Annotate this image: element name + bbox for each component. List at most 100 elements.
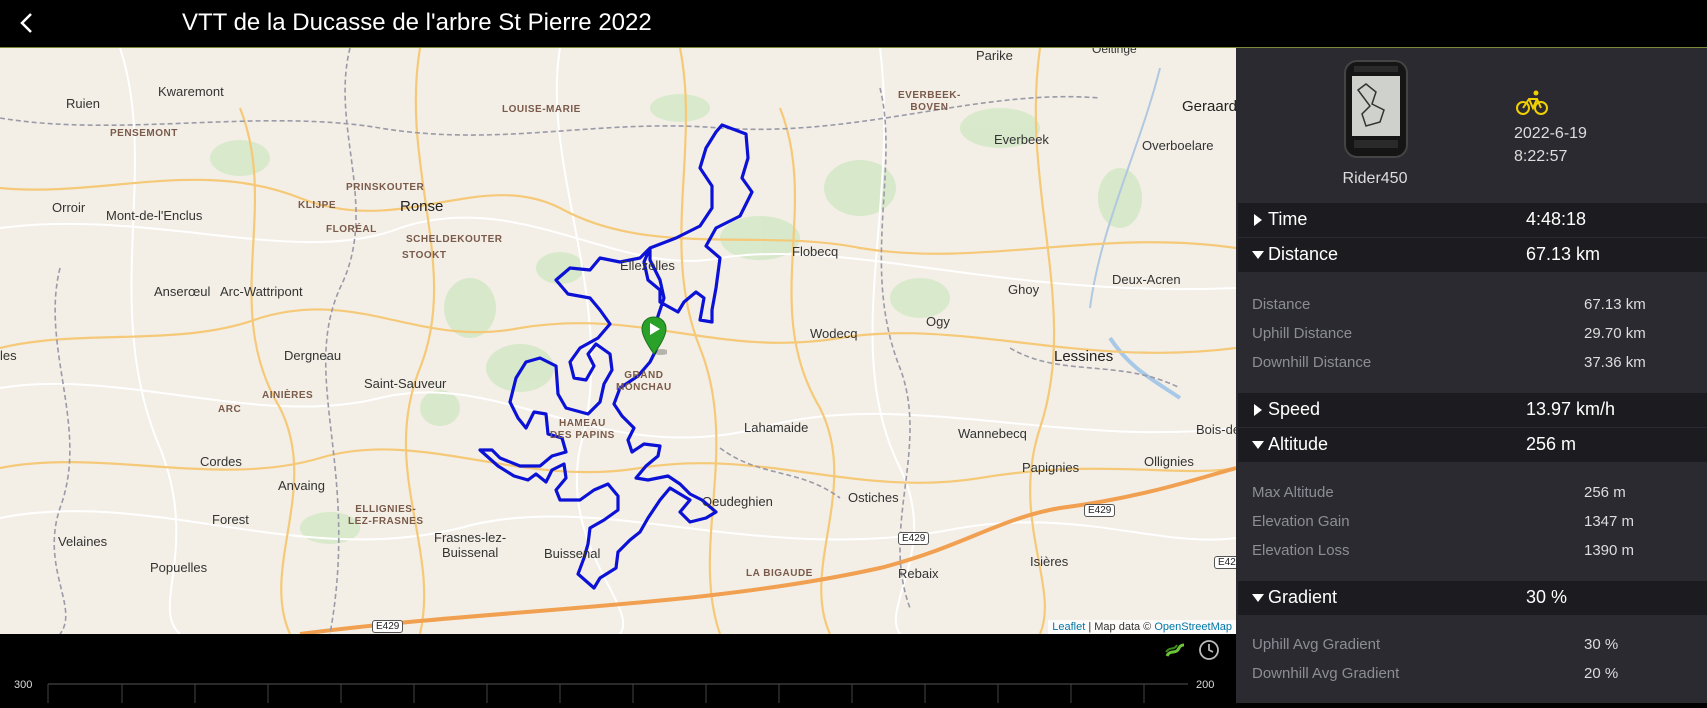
place-label: Cordes: [200, 454, 242, 469]
activity-datetime: 2022-6-19 8:22:57: [1514, 122, 1587, 168]
place-label: Overboelare: [1142, 138, 1214, 153]
stat-value: 67.13 km: [1526, 244, 1601, 264]
road-sign: E429: [898, 532, 930, 545]
place-label: PRINSKOUTER: [346, 182, 425, 193]
device-name: Rider450: [1342, 170, 1408, 187]
left-axis-label: 300: [14, 679, 33, 691]
map-tiles: [0, 48, 1236, 634]
distance-details: Distance 67.13 km Uphill Distance 29.70 km…: [1238, 276, 1707, 392]
place-label: ARC: [218, 404, 242, 415]
stat-row-altitude[interactable]: Altitude 256 m: [1238, 428, 1707, 462]
detail-row: Distance 67.13 km: [1252, 296, 1646, 313]
place-label: LA BIGAUDE: [746, 568, 813, 579]
place-label: PENSEMONT: [110, 128, 178, 139]
place-label: FLORÉAL: [326, 224, 377, 235]
detail-row: Downhill Distance 37.36 km: [1252, 354, 1646, 371]
stat-label: Altitude: [1268, 434, 1329, 454]
place-label: Buissenal: [544, 546, 601, 561]
bicycle-icon: [1516, 90, 1548, 115]
stat-label: Time: [1268, 209, 1308, 229]
place-label: Ostiches: [848, 490, 899, 505]
altitude-details: Max Altitude 256 m Elevation Gain 1347 m E…: [1238, 464, 1707, 580]
detail-row: Elevation Gain 1347 m: [1252, 513, 1635, 530]
detail-row: Uphill Distance 29.70 km: [1252, 325, 1646, 342]
map-attribution: Leaflet | Map data © OpenStreetMap: [1048, 620, 1236, 634]
place-label: Ruien: [66, 96, 100, 111]
stat-row-gradient[interactable]: Gradient 30 %: [1238, 581, 1707, 615]
place-label: ELLIGNIES- LEZ-FRASNES: [348, 504, 424, 527]
page-title: VTT de la Ducasse de l'arbre St Pierre 2…: [182, 9, 652, 36]
osm-link[interactable]: OpenStreetMap: [1154, 621, 1232, 633]
place-label: Dergneau: [284, 348, 342, 363]
place-label: Lahamaide: [744, 420, 809, 435]
place-label: Everbeek: [994, 132, 1049, 147]
place-label: Ogy: [926, 314, 950, 329]
place-label: Ghoy: [1008, 282, 1040, 297]
caret-right-icon: [1254, 404, 1262, 416]
place-label: Arc-Wattripont: [220, 284, 303, 299]
stat-row-time[interactable]: Time 4:48:18: [1238, 203, 1707, 237]
place-label: EVERBEEK- BOVEN: [898, 90, 961, 113]
place-label: Ollignies: [1144, 454, 1194, 469]
place-label: LOUISE-MARIE: [502, 104, 581, 115]
stat-label: Distance: [1268, 244, 1339, 264]
caret-down-icon: [1252, 594, 1264, 602]
place-label: Anserœul: [154, 284, 211, 299]
place-label: Ronse: [400, 198, 444, 215]
caret-down-icon: [1252, 251, 1264, 259]
clock-icon[interactable]: [1198, 639, 1220, 661]
elevation-chart[interactable]: [0, 666, 1236, 703]
place-label: Frasnes-lez- Buissenal: [434, 530, 507, 560]
place-label: Saint-Sauveur: [364, 376, 447, 391]
place-label: Bois-de: [1196, 422, 1236, 437]
stat-row-speed[interactable]: Speed 13.97 km/h: [1238, 393, 1707, 427]
attribution-text: | Map data ©: [1085, 621, 1155, 633]
place-label: Geraard: [1182, 98, 1236, 115]
detail-row: Downhill Avg Gradient 20 %: [1252, 665, 1619, 682]
leaflet-link[interactable]: Leaflet: [1052, 621, 1085, 633]
route-icon[interactable]: [1164, 639, 1186, 661]
place-label: Lessines: [1054, 348, 1114, 365]
stat-label: Gradient: [1268, 587, 1338, 607]
road-sign: E429: [372, 620, 404, 633]
place-label: HAMEAU DES PAPINS: [550, 418, 615, 441]
stat-value: 4:48:18: [1526, 209, 1587, 229]
place-label: Anvaing: [278, 478, 325, 493]
bike-computer-icon: [1344, 60, 1408, 158]
place-label: Deux-Acren: [1112, 272, 1181, 287]
place-label: Ellezelles: [620, 258, 675, 273]
caret-down-icon: [1252, 441, 1264, 449]
road-sign: E429: [1214, 556, 1236, 569]
detail-row: Uphill Avg Gradient 30 %: [1252, 636, 1619, 653]
place-label: AINIÈRES: [262, 390, 314, 401]
chart-toolbar: [0, 634, 1236, 666]
right-axis-label: 200: [1196, 679, 1215, 691]
place-label: Oeltinge: [1092, 48, 1137, 56]
stat-value: 13.97 km/h: [1526, 399, 1616, 419]
caret-right-icon: [1254, 214, 1262, 226]
place-label: STOOKT: [402, 250, 447, 261]
gradient-details: Uphill Avg Gradient 30 % Downhill Avg Gra…: [1238, 616, 1707, 703]
place-label: Flobecq: [792, 244, 839, 259]
place-label: Oeudeghien: [702, 494, 773, 509]
place-label: Popuelles: [150, 560, 208, 575]
stat-row-distance[interactable]: Distance 67.13 km: [1238, 238, 1707, 272]
place-label: Mont-de-l'Enclus: [106, 208, 203, 223]
stat-value: 30 %: [1526, 587, 1568, 607]
chevron-left-icon[interactable]: [14, 10, 40, 36]
route-map[interactable]: Ruien Kwaremont PENSEMONT LOUISE-MARIE E…: [0, 48, 1236, 634]
place-label: Wannebecq: [958, 426, 1027, 441]
place-label: Isières: [1030, 554, 1069, 569]
detail-row: Elevation Loss 1390 m: [1252, 542, 1635, 559]
stat-value: 256 m: [1526, 434, 1577, 454]
place-label: SCHELDEKOUTER: [406, 234, 503, 245]
place-label: Forest: [212, 512, 249, 527]
start-marker-icon[interactable]: [641, 316, 667, 356]
place-label: Orroir: [52, 200, 86, 215]
place-label: Papignies: [1022, 460, 1080, 475]
place-label: Parike: [976, 48, 1013, 63]
place-label: Wodecq: [810, 326, 858, 341]
place-label: Rebaix: [898, 566, 939, 581]
top-bar: VTT de la Ducasse de l'arbre St Pierre 2…: [0, 0, 1707, 48]
activity-date: 2022-6-19: [1514, 125, 1587, 142]
